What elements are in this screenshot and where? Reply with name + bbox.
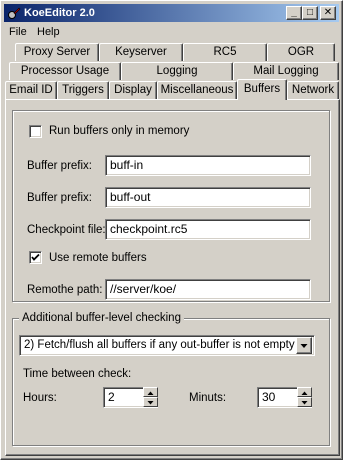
menu-bar: File Help [4, 23, 339, 41]
menu-help[interactable]: Help [37, 25, 60, 39]
chevron-down-icon [300, 344, 308, 348]
tab-email-id[interactable]: Email ID [5, 81, 57, 99]
minutes-down-button[interactable] [297, 397, 312, 407]
tab-ogr[interactable]: OGR [267, 43, 335, 61]
run-in-memory-label: Run buffers only in memory [49, 125, 190, 137]
tab-miscellaneous[interactable]: Miscellaneous [157, 81, 237, 99]
tab-keyserver[interactable]: Keyserver [99, 43, 183, 61]
dropdown-arrow-button[interactable] [296, 337, 312, 354]
buffer-check-mode-select[interactable]: 2) Fetch/flush all buffers if any out-bu… [19, 335, 315, 356]
minutes-up-button[interactable] [297, 387, 312, 397]
buffer-check-mode-value: 2) Fetch/flush all buffers if any out-bu… [24, 339, 295, 351]
arrow-down-icon [301, 401, 308, 405]
tab-logging[interactable]: Logging [121, 62, 233, 80]
app-icon [7, 6, 21, 20]
buffer-checking-caption: Additional buffer-level checking [19, 311, 184, 325]
menu-file[interactable]: File [9, 25, 27, 39]
buffer-checking-groupbox: Additional buffer-level checking 2) Fetc… [12, 311, 330, 446]
window-title: KoeEditor 2.0 [24, 7, 95, 19]
buffer-in-prefix-input[interactable]: buff-in [105, 155, 311, 176]
buffers-panel: Run buffers only in memory Buffer prefix… [5, 99, 340, 456]
arrow-down-icon [147, 401, 154, 405]
hours-down-button[interactable] [143, 397, 158, 407]
tab-processor-usage[interactable]: Processor Usage [9, 62, 121, 80]
run-in-memory-checkbox[interactable] [29, 125, 42, 138]
maximize-button[interactable]: □ [302, 6, 318, 20]
tab-proxy-server[interactable]: Proxy Server [15, 43, 99, 61]
tab-display[interactable]: Display [109, 81, 157, 99]
hours-spinner[interactable] [143, 387, 158, 408]
title-bar[interactable]: KoeEditor 2.0 _ □ ✕ [4, 4, 339, 22]
arrow-up-icon [301, 391, 308, 395]
tab-rc5[interactable]: RC5 [183, 43, 267, 61]
remote-path-label: Remothe path: [27, 284, 103, 296]
checkpoint-file-input[interactable]: checkpoint.rc5 [105, 219, 311, 240]
remote-path-input[interactable]: //server/koe/ [105, 279, 311, 300]
minutes-label: Minuts: [189, 392, 227, 404]
checkpoint-file-label: Checkpoint file: [27, 224, 106, 236]
use-remote-buffers-label: Use remote buffers [49, 252, 147, 264]
tab-mail-logging[interactable]: Mail Logging [233, 62, 339, 80]
buffer-out-prefix-label: Buffer prefix: [27, 192, 92, 204]
use-remote-buffers-checkbox[interactable] [29, 251, 42, 264]
buffer-in-prefix-label: Buffer prefix: [27, 160, 92, 172]
minimize-button[interactable]: _ [286, 6, 302, 20]
minutes-spinner[interactable] [297, 387, 312, 408]
checkmark-icon [31, 253, 40, 261]
buffers-groupbox: Run buffers only in memory Buffer prefix… [12, 110, 330, 302]
arrow-up-icon [147, 391, 154, 395]
hours-label: Hours: [23, 392, 57, 404]
tab-buffers[interactable]: Buffers [237, 79, 287, 100]
close-button[interactable]: ✕ [320, 6, 336, 20]
time-between-check-label: Time between check: [23, 368, 132, 380]
tab-triggers[interactable]: Triggers [57, 81, 109, 99]
app-window: KoeEditor 2.0 _ □ ✕ File Help Proxy Serv… [0, 0, 343, 460]
hours-up-button[interactable] [143, 387, 158, 397]
tab-network[interactable]: Network [287, 81, 339, 99]
buffer-out-prefix-input[interactable]: buff-out [105, 187, 311, 208]
